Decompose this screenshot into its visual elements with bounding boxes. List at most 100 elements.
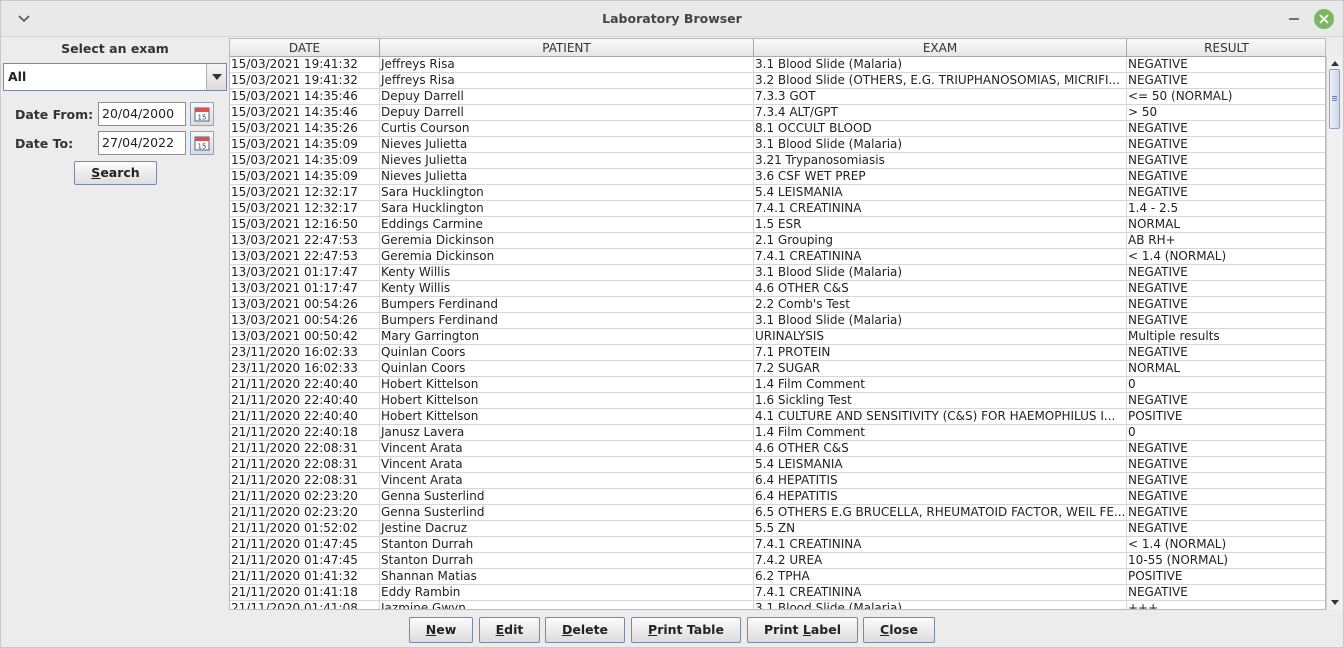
table-row[interactable]: 21/11/2020 22:40:40 Hobert Kittelson 4.1 C… [230,409,1325,425]
print-label-mnemonic: L [802,622,811,637]
close-label: lose [889,622,918,637]
cell-result: NEGATIVE [1127,585,1325,601]
table-row[interactable]: 15/03/2021 12:32:17 Sara Hucklington 7.4.1… [230,201,1325,217]
delete-button[interactable]: Delete [545,617,625,643]
cell-exam: 5.5 ZN [754,521,1127,537]
filter-panel: Select an exam All Date From: 20/04/2000… [1,37,229,613]
close-window-button[interactable] [1314,9,1334,29]
scrollbar-thumb[interactable] [1329,69,1340,129]
cell-exam: 5.4 LEISMANIA [754,457,1127,473]
table-body: 15/03/2021 19:41:32 Jeffreys Risa 3.1 Bloo… [230,57,1325,609]
table-row[interactable]: 15/03/2021 19:41:32 Jeffreys Risa 3.2 Bloo… [230,73,1325,89]
table-row[interactable]: 15/03/2021 14:35:46 Depuy Darrell 7.3.4 AL… [230,105,1325,121]
table-row[interactable]: 21/11/2020 02:23:20 Genna Susterlind 6.5 O… [230,505,1325,521]
table-row[interactable]: 15/03/2021 14:35:26 Curtis Courson 8.1 OCC… [230,121,1325,137]
table-row[interactable]: 13/03/2021 01:17:47 Kenty Willis 3.1 Blood… [230,265,1325,281]
table-row[interactable]: 13/03/2021 00:54:26 Bumpers Ferdinand 2.2 … [230,297,1325,313]
edit-button[interactable]: Edit [479,617,540,643]
print-label-button[interactable]: Print Label [747,617,858,643]
cell-date: 15/03/2021 12:16:50 [230,217,380,233]
column-header-result[interactable]: RESULT [1127,39,1325,57]
combo-arrow-button[interactable] [206,64,226,90]
table-row[interactable]: 15/03/2021 14:35:09 Nieves Julietta 3.1 Bl… [230,137,1325,153]
cell-patient: Genna Susterlind [380,505,754,521]
table-row[interactable]: 23/11/2020 16:02:33 Quinlan Coors 7.1 PROT… [230,345,1325,361]
cell-exam: 4.6 OTHER C&S [754,441,1127,457]
cell-date: 15/03/2021 14:35:09 [230,153,380,169]
table-row[interactable]: 21/11/2020 22:40:18 Janusz Lavera 1.4 Film… [230,425,1325,441]
table-row[interactable]: 15/03/2021 12:32:17 Sara Hucklington 5.4 L… [230,185,1325,201]
date-to-field[interactable]: 27/04/2022 [98,131,186,155]
cell-patient: Quinlan Coors [380,345,754,361]
cell-result: NEGATIVE [1127,313,1325,329]
table-row[interactable]: 15/03/2021 19:41:32 Jeffreys Risa 3.1 Bloo… [230,57,1325,73]
table-row[interactable]: 23/11/2020 16:02:33 Quinlan Coors 7.2 SUGA… [230,361,1325,377]
cell-patient: Hobert Kittelson [380,393,754,409]
date-to-label: Date To: [15,136,74,151]
cell-patient: Nieves Julietta [380,137,754,153]
table-row[interactable]: 15/03/2021 14:35:46 Depuy Darrell 7.3.3 GO… [230,89,1325,105]
cell-exam: 3.1 Blood Slide (Malaria) [754,137,1127,153]
table-row[interactable]: 21/11/2020 22:08:31 Vincent Arata 4.6 OTHE… [230,441,1325,457]
cell-exam: 1.6 Sickling Test [754,393,1127,409]
cell-date: 13/03/2021 22:47:53 [230,233,380,249]
exam-combobox[interactable]: All [3,63,227,91]
cell-date: 21/11/2020 02:23:20 [230,505,380,521]
lab-results-table[interactable]: DATE PATIENT EXAM RESULT 15/03/2021 19:4… [229,38,1326,610]
table-row[interactable]: 21/11/2020 01:41:32 Shannan Matias 6.2 TPH… [230,569,1325,585]
table-row[interactable]: 21/11/2020 01:47:45 Stanton Durrah 7.4.2 U… [230,553,1325,569]
table-row[interactable]: 21/11/2020 02:23:20 Genna Susterlind 6.4 H… [230,489,1325,505]
close-button[interactable]: Close [863,617,935,643]
cell-patient: Sara Hucklington [380,185,754,201]
vertical-scrollbar[interactable] [1326,56,1342,610]
table-row[interactable]: 13/03/2021 22:47:53 Geremia Dickinson 2.1 … [230,233,1325,249]
exam-selected-value: All [8,69,27,84]
table-row[interactable]: 13/03/2021 22:47:53 Geremia Dickinson 7.4.… [230,249,1325,265]
cell-date: 13/03/2021 00:50:42 [230,329,380,345]
cell-date: 23/11/2020 16:02:33 [230,361,380,377]
table-row[interactable]: 21/11/2020 22:40:40 Hobert Kittelson 1.4 F… [230,377,1325,393]
print-table-button[interactable]: Print Table [631,617,741,643]
column-header-date[interactable]: DATE [230,39,380,57]
calendar-icon: 15 [194,136,210,151]
table-row[interactable]: 13/03/2021 00:50:42 Mary Garrington URINAL… [230,329,1325,345]
cell-patient: Depuy Darrell [380,105,754,121]
table-row[interactable]: 15/03/2021 14:35:09 Nieves Julietta 3.21 T… [230,153,1325,169]
column-header-patient[interactable]: PATIENT [380,39,754,57]
new-button[interactable]: New [409,617,473,643]
column-header-exam[interactable]: EXAM [754,39,1127,57]
print-table-mnemonic: P [648,622,658,637]
cell-exam: 7.4.1 CREATININA [754,585,1127,601]
table-row[interactable]: 21/11/2020 01:41:08 Jazmine Gwyn 3.1 Blood… [230,601,1325,609]
minimize-button[interactable] [1285,10,1303,28]
table-row[interactable]: 21/11/2020 22:08:31 Vincent Arata 6.4 HEPA… [230,473,1325,489]
cell-exam: 5.4 LEISMANIA [754,185,1127,201]
svg-text:15: 15 [198,143,207,151]
table-row[interactable]: 15/03/2021 14:35:09 Nieves Julietta 3.6 CS… [230,169,1325,185]
table-row[interactable]: 13/03/2021 01:17:47 Kenty Willis 4.6 OTHER… [230,281,1325,297]
cell-result: AB RH+ [1127,233,1325,249]
cell-result: 0 [1127,377,1325,393]
date-from-calendar-button[interactable]: 15 [190,102,214,126]
cell-result: NEGATIVE [1127,473,1325,489]
cell-exam: 7.3.4 ALT/GPT [754,105,1127,121]
cell-date: 21/11/2020 01:41:08 [230,601,380,609]
cell-result: NEGATIVE [1127,265,1325,281]
table-row[interactable]: 13/03/2021 00:54:26 Bumpers Ferdinand 3.1 … [230,313,1325,329]
table-row[interactable]: 15/03/2021 12:16:50 Eddings Carmine 1.5 ES… [230,217,1325,233]
scroll-down-button[interactable] [1327,595,1342,610]
search-mnemonic: S [91,165,101,180]
date-from-field[interactable]: 20/04/2000 [98,102,186,126]
table-row[interactable]: 21/11/2020 22:40:40 Hobert Kittelson 1.6 S… [230,393,1325,409]
cell-result: NEGATIVE [1127,137,1325,153]
date-to-calendar-button[interactable]: 15 [190,131,214,155]
table-row[interactable]: 21/11/2020 01:47:45 Stanton Durrah 7.4.1 C… [230,537,1325,553]
cell-patient: Shannan Matias [380,569,754,585]
cell-exam: 3.6 CSF WET PREP [754,169,1127,185]
table-row[interactable]: 21/11/2020 22:08:31 Vincent Arata 5.4 LEIS… [230,457,1325,473]
cell-exam: 4.6 OTHER C&S [754,281,1127,297]
search-button[interactable]: Search [74,161,157,185]
table-row[interactable]: 21/11/2020 01:52:02 Jestine Dacruz 5.5 ZN N… [230,521,1325,537]
table-row[interactable]: 21/11/2020 01:41:18 Eddy Rambin 7.4.1 CREA… [230,585,1325,601]
cell-exam: 4.1 CULTURE AND SENSITIVITY (C&S) FOR HA… [754,409,1127,425]
